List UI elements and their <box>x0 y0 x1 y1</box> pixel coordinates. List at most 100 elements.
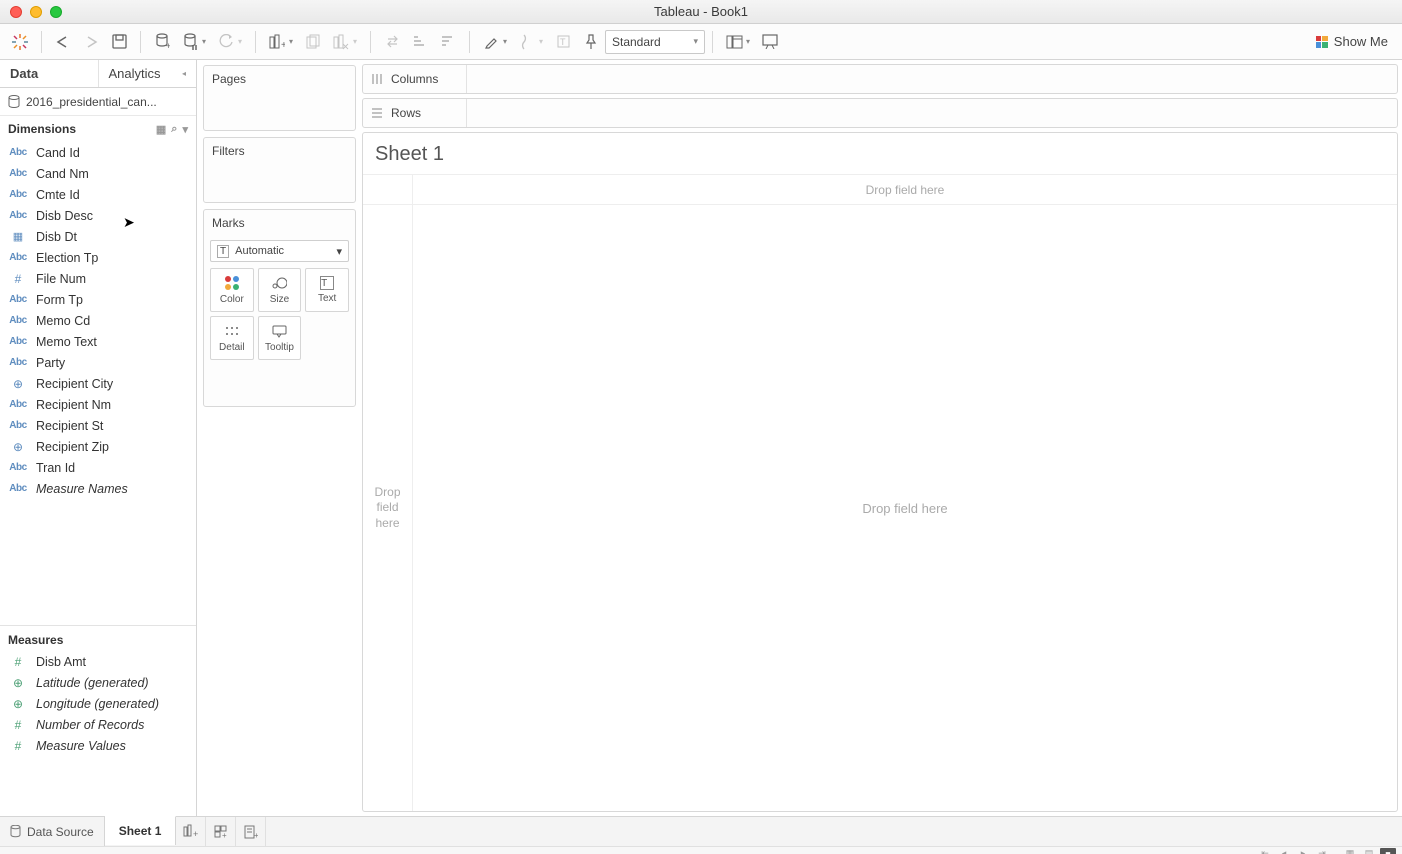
field-label: Longitude (generated) <box>36 697 159 711</box>
clear-sheet-button[interactable] <box>327 28 355 56</box>
grid-corner <box>363 175 413 205</box>
dimension-field[interactable]: ⊕Recipient Zip <box>0 436 196 457</box>
marks-type-selector[interactable]: TAutomatic ▾ <box>210 240 349 262</box>
new-worksheet-tab-button[interactable]: + <box>176 817 206 846</box>
dimension-field[interactable]: #File Num <box>0 268 196 289</box>
show-me-button[interactable]: Show Me <box>1308 30 1396 53</box>
marks-tooltip-button[interactable]: Tooltip <box>258 316 302 360</box>
sheet-title[interactable]: Sheet 1 <box>363 133 1397 174</box>
sheet-tab-bar: Data Source Sheet 1 + + + <box>0 816 1402 846</box>
filters-shelf[interactable]: Filters <box>203 137 356 203</box>
dimension-field[interactable]: ▦Disb Dt <box>0 226 196 247</box>
window-title: Tableau - Book1 <box>0 4 1402 19</box>
new-datasource-button[interactable]: + <box>148 28 176 56</box>
measure-field[interactable]: ⊕Longitude (generated) <box>0 693 196 714</box>
presentation-button[interactable] <box>756 28 784 56</box>
datasource-item[interactable]: 2016_presidential_can... <box>0 88 196 116</box>
dimension-field[interactable]: AbcParty <box>0 352 196 373</box>
nav-last-icon[interactable]: ⇥ <box>1314 848 1330 854</box>
show-cards-button[interactable] <box>720 28 748 56</box>
dimension-field[interactable]: AbcRecipient St <box>0 415 196 436</box>
dimension-field[interactable]: AbcElection Tp <box>0 247 196 268</box>
sort-desc-button[interactable] <box>434 28 462 56</box>
main-toolbar: + ▾ ▾ + ▾ ▾ ▾ ▾ T Standard ▾ ▾ Show Me <box>0 24 1402 60</box>
dimension-field[interactable]: AbcForm Tp <box>0 289 196 310</box>
new-dashboard-tab-button[interactable]: + <box>206 817 236 846</box>
duplicate-sheet-button[interactable] <box>299 28 327 56</box>
nav-prev-icon[interactable]: ◂ <box>1276 848 1292 854</box>
save-button[interactable] <box>105 28 133 56</box>
rows-drop-zone[interactable]: Drop field here <box>363 205 413 811</box>
marks-color-button[interactable]: Color <box>210 268 254 312</box>
status-bar: ⇤ ◂ ▸ ⇥ ▦ ▤ ■ <box>0 846 1402 854</box>
field-label: Latitude (generated) <box>36 676 149 690</box>
dimension-field[interactable]: AbcCand Id <box>0 142 196 163</box>
view-filmstrip-icon[interactable]: ▤ <box>1361 848 1377 854</box>
labels-button[interactable]: T <box>549 28 577 56</box>
svg-text:T: T <box>560 37 566 47</box>
field-label: Tran Id <box>36 461 75 475</box>
marks-text-button[interactable]: TText <box>305 268 349 312</box>
dimension-field[interactable]: AbcCand Nm <box>0 163 196 184</box>
dimensions-list: AbcCand IdAbcCand NmAbcCmte IdAbcDisb De… <box>0 142 196 499</box>
field-label: Recipient St <box>36 419 103 433</box>
dimension-field[interactable]: AbcCmte Id <box>0 184 196 205</box>
database-icon <box>10 825 21 838</box>
fit-selector[interactable]: Standard ▾ <box>605 30 705 54</box>
search-icon[interactable]: ⌕ <box>171 123 177 136</box>
dimension-field[interactable]: ⊕Recipient City <box>0 373 196 394</box>
text-mark-icon: T <box>320 276 334 290</box>
field-label: Disb Desc <box>36 209 93 223</box>
analytics-tab[interactable]: Analytics◂ <box>98 60 197 87</box>
marks-card: Marks TAutomatic ▾ Color Size TText Deta… <box>203 209 356 407</box>
measure-field[interactable]: #Measure Values <box>0 735 196 756</box>
marks-size-button[interactable]: Size <box>258 268 302 312</box>
datasource-tab[interactable]: Data Source <box>0 817 105 846</box>
svg-text:+: + <box>254 831 258 839</box>
measure-field[interactable]: #Disb Amt <box>0 651 196 672</box>
measure-field[interactable]: #Number of Records <box>0 714 196 735</box>
measure-field[interactable]: ⊕Latitude (generated) <box>0 672 196 693</box>
pages-shelf[interactable]: Pages <box>203 65 356 131</box>
redo-button[interactable] <box>77 28 105 56</box>
dimension-field[interactable]: AbcRecipient Nm <box>0 394 196 415</box>
columns-shelf[interactable]: Columns <box>362 64 1398 94</box>
new-story-tab-button[interactable]: + <box>236 817 266 846</box>
nav-first-icon[interactable]: ⇤ <box>1257 848 1273 854</box>
pause-updates-button[interactable] <box>176 28 204 56</box>
field-label: Recipient City <box>36 377 113 391</box>
dimension-field[interactable]: AbcTran Id <box>0 457 196 478</box>
sheet1-tab[interactable]: Sheet 1 <box>105 816 177 845</box>
collapse-icon: ◂ <box>182 69 186 78</box>
dimensions-header: Dimensions ▦ ⌕ ▾ <box>0 116 196 142</box>
main-drop-zone[interactable]: Drop field here <box>413 205 1397 811</box>
shelf-column: Pages Filters Marks TAutomatic ▾ Color S… <box>197 60 362 816</box>
view-grid-icon[interactable]: ▦ <box>1342 848 1358 854</box>
canvas-area: Columns Rows Sheet 1 Drop field here Dro… <box>362 60 1402 816</box>
field-label: Measure Values <box>36 739 126 753</box>
view-table-icon[interactable]: ▦ <box>156 123 166 136</box>
marks-detail-button[interactable]: Detail <box>210 316 254 360</box>
view-sheet-icon[interactable]: ■ <box>1380 848 1396 854</box>
highlight-button[interactable] <box>477 28 505 56</box>
field-label: Cand Id <box>36 146 80 160</box>
refresh-button[interactable] <box>212 28 240 56</box>
new-worksheet-button[interactable]: + <box>263 28 291 56</box>
data-tab[interactable]: Data <box>0 60 98 87</box>
sort-asc-button[interactable] <box>406 28 434 56</box>
measures-list: #Disb Amt⊕Latitude (generated)⊕Longitude… <box>0 651 196 756</box>
swap-button[interactable] <box>378 28 406 56</box>
dimension-field[interactable]: AbcMemo Cd <box>0 310 196 331</box>
columns-drop-zone[interactable]: Drop field here <box>413 175 1397 205</box>
tableau-logo-icon[interactable] <box>6 28 34 56</box>
group-button[interactable] <box>513 28 541 56</box>
dimension-field[interactable]: AbcMeasure Names <box>0 478 196 499</box>
undo-button[interactable] <box>49 28 77 56</box>
dimension-field[interactable]: AbcMemo Text <box>0 331 196 352</box>
pin-button[interactable] <box>577 28 605 56</box>
menu-icon[interactable]: ▾ <box>182 123 188 136</box>
rows-shelf[interactable]: Rows <box>362 98 1398 128</box>
nav-next-icon[interactable]: ▸ <box>1295 848 1311 854</box>
field-label: File Num <box>36 272 86 286</box>
dimension-field[interactable]: AbcDisb Desc <box>0 205 196 226</box>
